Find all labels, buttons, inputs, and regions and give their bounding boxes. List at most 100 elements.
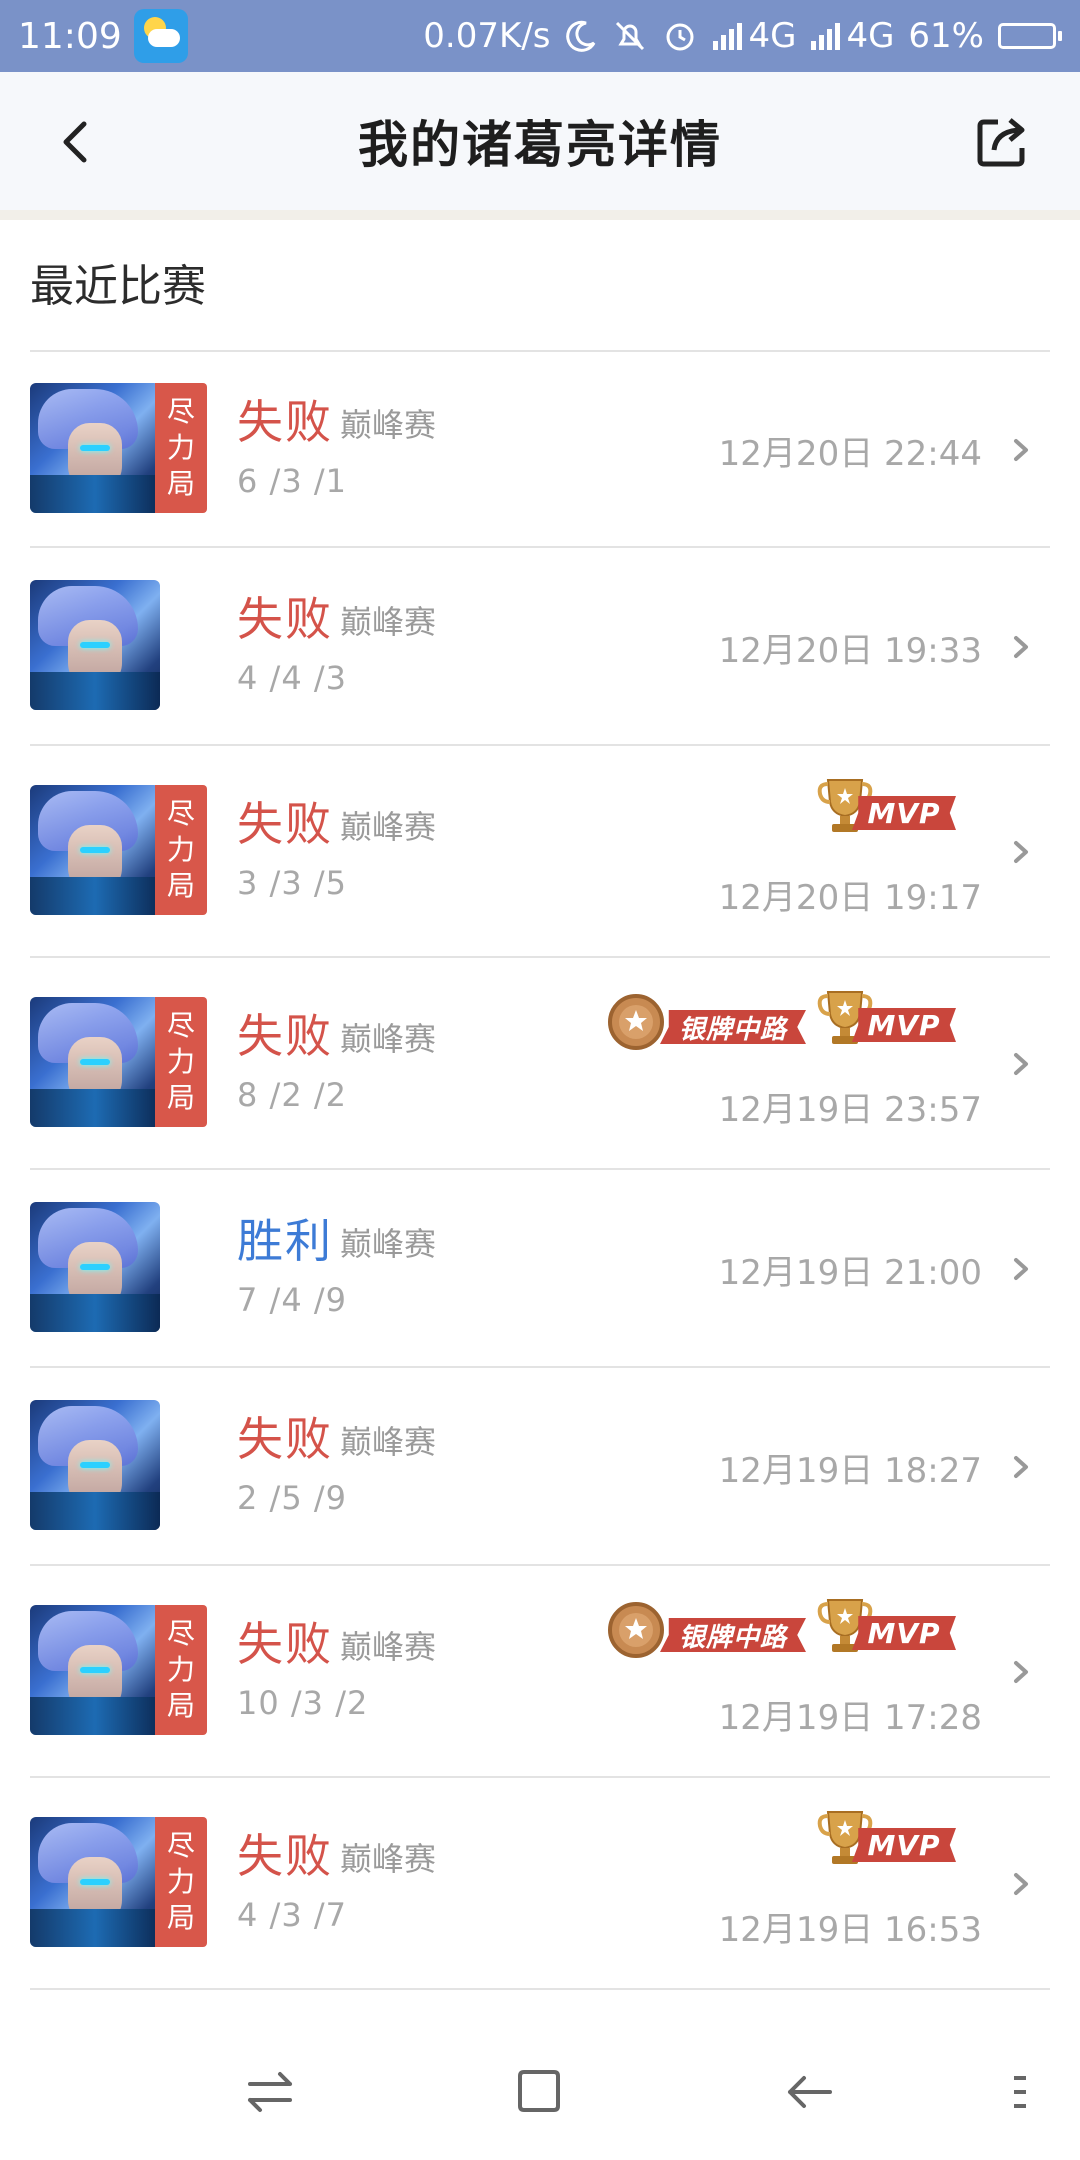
hero-avatar — [30, 997, 160, 1127]
match-mode: 巅峰赛 — [340, 1020, 437, 1058]
silver-mid-label: 银牌中路 — [660, 1010, 806, 1044]
mvp-label: MVP — [852, 796, 956, 830]
nav-back-icon[interactable] — [780, 2066, 840, 2118]
chevron-right-icon[interactable] — [1010, 632, 1034, 662]
match-mode: 巅峰赛 — [340, 406, 437, 444]
match-result: 失败 — [237, 1617, 333, 1671]
menu-icon[interactable] — [1004, 2066, 1034, 2118]
match-datetime: 12月19日 21:00 — [718, 1253, 982, 1293]
match-row[interactable]: 尽 力 局失败 巅峰赛 6 /3 /1 12月20日 22:44 — [0, 352, 1080, 548]
silver-mid-badge: 银牌中路 — [604, 990, 808, 1054]
match-datetime: 12月20日 19:17 — [718, 878, 982, 918]
header-divider — [0, 210, 1080, 220]
mvp-label: MVP — [852, 1616, 956, 1650]
match-list: 尽 力 局失败 巅峰赛 6 /3 /1 12月20日 22:44 失败 巅峰赛 4 /4 /… — [0, 352, 1080, 1990]
match-datetime: 12月20日 22:44 — [718, 434, 982, 474]
best-effort-tag: 尽 力 局 — [155, 383, 207, 513]
match-row[interactable]: 尽 力 局失败 巅峰赛 4 /3 /7 12月19日 16:53 MVP — [0, 1778, 1080, 1990]
match-kda: 3 /3 /5 — [237, 864, 347, 902]
chevron-right-icon[interactable] — [1010, 1657, 1034, 1687]
match-kda: 7 /4 /9 — [237, 1281, 347, 1319]
match-result: 失败 — [237, 592, 333, 646]
mvp-label: MVP — [852, 1008, 956, 1042]
match-mode: 巅峰赛 — [340, 808, 437, 846]
status-bar: 11:09 0.07K/s 4G 4G 61% — [0, 0, 1080, 72]
match-row[interactable]: 失败 巅峰赛 2 /5 /9 12月19日 18:27 — [0, 1368, 1080, 1566]
match-kda: 4 /3 /7 — [237, 1896, 347, 1934]
best-effort-tag: 尽 力 局 — [155, 785, 207, 915]
match-result: 胜利 — [237, 1214, 333, 1268]
signal-1-label: 4G — [748, 16, 797, 56]
alarm-icon — [666, 23, 694, 51]
match-kda: 6 /3 /1 — [237, 462, 347, 500]
signal-icon: 4G — [810, 16, 894, 56]
hero-avatar — [30, 1202, 160, 1332]
silver-mid-badge: 银牌中路 — [604, 1598, 808, 1662]
match-row[interactable]: 尽 力 局失败 巅峰赛 3 /3 /5 12月20日 19:17 MVP — [0, 746, 1080, 958]
match-datetime: 12月19日 18:27 — [718, 1451, 982, 1491]
battery-icon — [998, 23, 1062, 49]
match-mode: 巅峰赛 — [340, 1628, 437, 1666]
best-effort-tag: 尽 力 局 — [155, 1817, 207, 1947]
match-kda: 10 /3 /2 — [237, 1684, 369, 1722]
mvp-label: MVP — [852, 1828, 956, 1862]
match-mode: 巅峰赛 — [340, 1840, 437, 1878]
chevron-right-icon[interactable] — [1010, 837, 1034, 867]
section-title: 最近比赛 — [30, 261, 206, 312]
mvp-badge: MVP — [816, 1596, 958, 1660]
status-time: 11:09 — [18, 15, 122, 57]
match-result: 失败 — [237, 1009, 333, 1063]
signal-icon: 4G — [712, 16, 796, 56]
match-datetime: 12月19日 23:57 — [718, 1090, 982, 1130]
mute-bell-icon — [616, 21, 645, 51]
hero-avatar — [30, 383, 160, 513]
match-kda: 4 /4 /3 — [237, 659, 347, 697]
share-icon[interactable] — [972, 112, 1032, 172]
app-header: 我的诸葛亮详情 — [0, 72, 1080, 210]
match-row[interactable]: 胜利 巅峰赛 7 /4 /9 12月19日 21:00 — [0, 1170, 1080, 1368]
chevron-right-icon[interactable] — [1010, 1254, 1034, 1284]
switch-icon[interactable] — [240, 2066, 300, 2118]
match-row[interactable]: 尽 力 局失败 巅峰赛 8 /2 /2 12月19日 23:57 银牌中路 MVP — [0, 958, 1080, 1170]
match-kda: 8 /2 /2 — [237, 1076, 347, 1114]
chevron-right-icon[interactable] — [1010, 1049, 1034, 1079]
match-datetime: 12月20日 19:33 — [718, 631, 982, 671]
match-datetime: 12月19日 16:53 — [718, 1910, 982, 1950]
network-speed: 0.07K/s — [423, 16, 551, 56]
status-indicators: 0.07K/s 4G 4G 61% — [423, 16, 1062, 56]
hero-avatar — [30, 1817, 160, 1947]
back-arrow-icon[interactable] — [48, 112, 108, 172]
bottom-nav — [0, 2020, 1080, 2160]
match-kda: 2 /5 /9 — [237, 1479, 347, 1517]
match-datetime: 12月19日 17:28 — [718, 1698, 982, 1738]
hero-avatar — [30, 1605, 160, 1735]
match-mode: 巅峰赛 — [340, 1423, 437, 1461]
match-row[interactable]: 尽 力 局失败 巅峰赛 10 /3 /2 12月19日 17:28 银牌中路 MVP — [0, 1566, 1080, 1778]
moon-icon — [566, 20, 596, 52]
best-effort-tag: 尽 力 局 — [155, 1605, 207, 1735]
match-row[interactable]: 失败 巅峰赛 4 /4 /3 12月20日 19:33 — [0, 548, 1080, 746]
chevron-right-icon[interactable] — [1010, 1869, 1034, 1899]
hero-avatar — [30, 580, 160, 710]
chevron-right-icon[interactable] — [1010, 435, 1034, 465]
silver-mid-label: 银牌中路 — [660, 1618, 806, 1652]
match-result: 失败 — [237, 797, 333, 851]
signal-2-label: 4G — [846, 16, 895, 56]
row-divider — [30, 1988, 1050, 1990]
match-mode: 巅峰赛 — [340, 1225, 437, 1263]
match-result: 失败 — [237, 395, 333, 449]
mvp-badge: MVP — [816, 988, 958, 1052]
page-title: 我的诸葛亮详情 — [358, 116, 722, 174]
hero-avatar — [30, 1400, 160, 1530]
home-square-icon[interactable] — [510, 2066, 570, 2118]
battery-percent: 61% — [908, 16, 984, 56]
match-result: 失败 — [237, 1829, 333, 1883]
chevron-right-icon[interactable] — [1010, 1452, 1034, 1482]
mvp-badge: MVP — [816, 776, 958, 840]
weather-icon — [133, 9, 188, 63]
match-mode: 巅峰赛 — [340, 603, 437, 641]
best-effort-tag: 尽 力 局 — [155, 997, 207, 1127]
hero-avatar — [30, 785, 160, 915]
mvp-badge: MVP — [816, 1808, 958, 1872]
match-result: 失败 — [237, 1412, 333, 1466]
